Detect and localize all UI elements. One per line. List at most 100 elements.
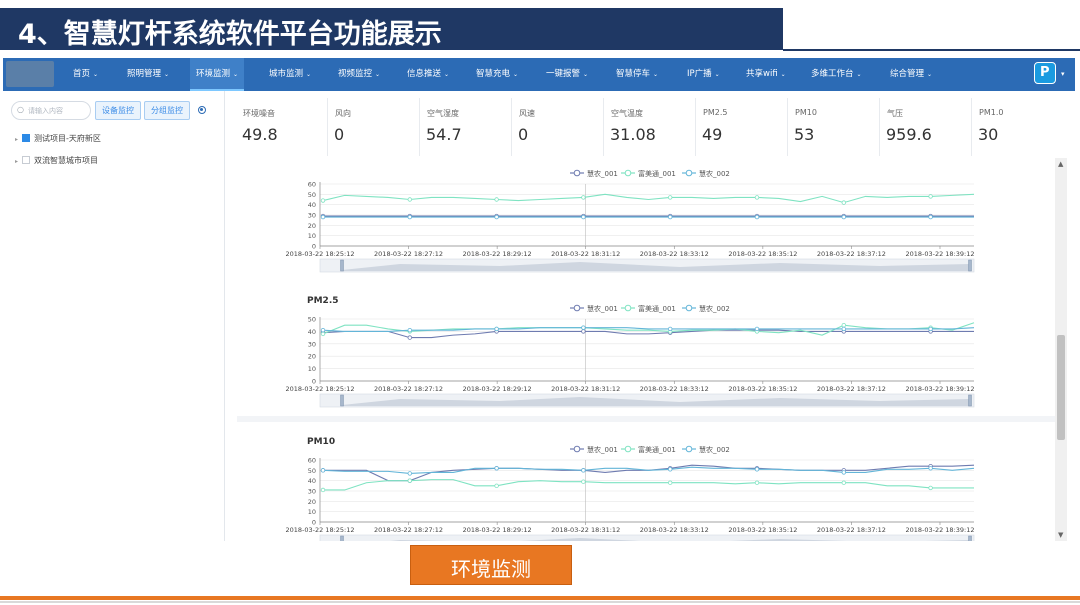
data-point[interactable] <box>841 326 846 332</box>
data-point[interactable] <box>320 198 326 203</box>
data-point[interactable] <box>841 214 846 220</box>
line-chart[interactable]: PM10慧农_001 富美通_001 慧农_00201020304050602018… <box>237 422 1055 541</box>
zoom-handle[interactable] <box>968 394 972 407</box>
data-point[interactable] <box>494 326 499 332</box>
data-point[interactable] <box>841 470 846 475</box>
legend-item[interactable]: 慧农_001 <box>570 445 618 454</box>
line-chart[interactable]: PM2.5慧农_001 富美通_001 慧农_002010203040502018-… <box>237 281 1055 416</box>
data-point[interactable] <box>754 467 760 472</box>
data-point[interactable] <box>320 487 326 493</box>
expand-arrow-icon[interactable]: ▸ <box>15 136 18 143</box>
zoom-handle[interactable] <box>340 394 344 407</box>
legend-item[interactable]: 慧农_002 <box>682 304 730 313</box>
data-point[interactable] <box>407 214 412 220</box>
data-point[interactable] <box>320 214 326 220</box>
data-point[interactable] <box>320 468 326 473</box>
scroll-thumb[interactable] <box>1057 335 1065 440</box>
group-monitor-button[interactable]: 分组监控 <box>144 101 190 120</box>
search-input[interactable]: ○ 请输入内容 <box>11 101 91 120</box>
data-point[interactable] <box>754 480 760 485</box>
data-point[interactable] <box>668 480 673 485</box>
data-point[interactable] <box>754 326 760 332</box>
data-point[interactable] <box>581 479 586 484</box>
data-point[interactable] <box>668 195 673 200</box>
data-point[interactable] <box>494 214 499 220</box>
data-point[interactable] <box>928 485 933 491</box>
nav-item-12[interactable]: 综合管理 ⌄ <box>890 58 932 91</box>
data-point[interactable] <box>928 326 933 332</box>
app-logo[interactable] <box>6 61 54 87</box>
nav-item-10[interactable]: 共享wifi ⌄ <box>746 58 786 91</box>
nav-item-1[interactable]: 照明管理 ⌄ <box>127 58 169 91</box>
data-point[interactable] <box>581 214 586 220</box>
data-point[interactable] <box>494 197 499 202</box>
legend-marker <box>573 169 581 177</box>
data-point[interactable] <box>754 195 760 200</box>
zoom-handle[interactable] <box>340 535 344 541</box>
legend-item[interactable]: 富美通_001 <box>621 304 676 313</box>
data-point[interactable] <box>494 466 499 471</box>
legend-item[interactable]: 富美通_001 <box>621 445 676 454</box>
expand-arrow-icon[interactable]: ▸ <box>15 158 18 165</box>
data-point[interactable] <box>754 214 760 220</box>
nav-item-6[interactable]: 智慧充电 ⌄ <box>476 58 518 91</box>
tree-item[interactable]: ▸ 测试项目-天府新区 <box>15 133 101 147</box>
scroll-down-icon[interactable]: ▼ <box>1058 531 1063 539</box>
nav-item-5[interactable]: 信息推送 ⌄ <box>407 58 449 91</box>
radio-button[interactable] <box>198 106 206 114</box>
data-point[interactable] <box>581 329 586 334</box>
data-point[interactable] <box>928 466 933 471</box>
legend-item[interactable]: 慧农_002 <box>682 445 730 454</box>
data-point[interactable] <box>841 323 846 328</box>
data-point[interactable] <box>407 478 412 483</box>
nav-item-3[interactable]: 城市监测 ⌄ <box>269 58 311 91</box>
line-chart[interactable]: 慧农_001 富美通_001 慧农_00201020304050602018-03-… <box>237 158 1055 281</box>
device-monitor-button[interactable]: 设备监控 <box>95 101 141 120</box>
data-point[interactable] <box>668 467 673 472</box>
nav-item-8[interactable]: 智慧停车 ⌄ <box>616 58 658 91</box>
vertical-scrollbar[interactable]: ▲ ▼ <box>1055 158 1067 541</box>
metric-value: 54.7 <box>426 125 462 144</box>
data-point[interactable] <box>407 335 412 340</box>
chart-scroll-area[interactable]: 慧农_001 富美通_001 慧农_002 0 10 20 30 40 50 60 2018-03-… <box>237 158 1067 541</box>
nav-item-11[interactable]: 多维工作台 ⌄ <box>811 58 862 91</box>
zoom-handle[interactable] <box>968 535 972 541</box>
tree-checkbox[interactable] <box>22 134 31 142</box>
chevron-down-icon[interactable]: ▾ <box>1061 70 1065 78</box>
data-point[interactable] <box>581 325 586 330</box>
data-point[interactable] <box>928 214 933 220</box>
data-point[interactable] <box>494 483 499 489</box>
series-line[interactable] <box>323 479 974 491</box>
data-point[interactable] <box>841 480 846 485</box>
data-point[interactable] <box>581 468 586 473</box>
nav-item-9[interactable]: IP广播 ⌄ <box>687 58 720 91</box>
zoom-handle[interactable] <box>340 259 344 272</box>
data-point[interactable] <box>581 195 586 200</box>
legend-item[interactable]: 富美通_001 <box>621 169 676 178</box>
data-zoom-slider[interactable] <box>319 534 975 541</box>
tree-checkbox[interactable] <box>22 156 31 164</box>
nav-item-2[interactable]: 环境监测 ⌄ <box>190 58 245 91</box>
legend-item[interactable]: 慧农_002 <box>682 169 730 178</box>
nav-item-7[interactable]: 一键报警 ⌄ <box>546 58 588 91</box>
nav-item-label: 视频监控 <box>338 69 373 79</box>
data-point[interactable] <box>407 327 412 333</box>
data-point[interactable] <box>320 331 326 337</box>
data-point[interactable] <box>407 197 412 202</box>
nav-item-0[interactable]: 首页 ⌄ <box>73 58 98 91</box>
scroll-up-icon[interactable]: ▲ <box>1058 160 1063 168</box>
legend-item[interactable]: 慧农_001 <box>570 169 618 178</box>
x-tick-label: 2018-03-22 18:35:12 <box>728 526 797 534</box>
series-line[interactable] <box>322 193 975 204</box>
user-avatar-icon[interactable]: P <box>1034 62 1056 84</box>
legend-item[interactable]: 慧农_001 <box>570 304 618 313</box>
data-point[interactable] <box>407 471 412 476</box>
zoom-handle[interactable] <box>968 259 972 272</box>
tree-item[interactable]: ▸ 双流智慧城市项目 <box>15 155 98 169</box>
nav-item-4[interactable]: 视频监控 ⌄ <box>338 58 380 91</box>
data-point[interactable] <box>668 214 673 220</box>
data-point[interactable] <box>841 200 846 205</box>
data-point[interactable] <box>928 194 933 199</box>
data-point[interactable] <box>320 327 326 333</box>
data-point[interactable] <box>668 326 673 332</box>
